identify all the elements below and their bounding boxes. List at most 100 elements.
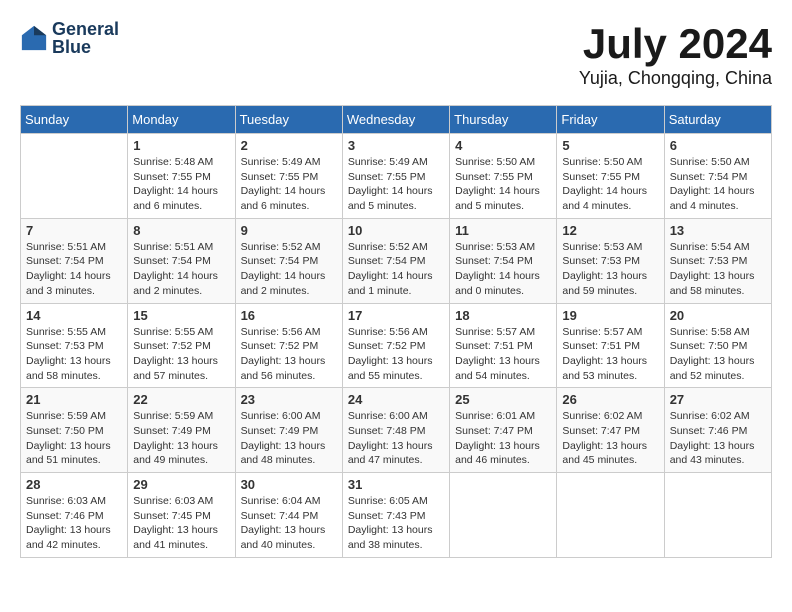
day-info: Sunrise: 5:57 AMSunset: 7:51 PMDaylight:… <box>455 325 551 384</box>
day-number: 13 <box>670 223 766 238</box>
header-row: SundayMondayTuesdayWednesdayThursdayFrid… <box>21 106 772 134</box>
calendar-cell: 19 Sunrise: 5:57 AMSunset: 7:51 PMDayligh… <box>557 303 664 388</box>
calendar-cell: 2Sunrise: 5:49 AMSunset: 7:55 PMDaylight… <box>235 134 342 219</box>
calendar-cell: 20Sunrise: 5:58 AMSunset: 7:50 PMDayligh… <box>664 303 771 388</box>
day-number: 3 <box>348 138 444 153</box>
calendar-cell: 4Sunrise: 5:50 AMSunset: 7:55 PMDaylight… <box>450 134 557 219</box>
logo: General Blue <box>20 20 119 56</box>
day-number: 17 <box>348 308 444 323</box>
calendar-subtitle: Yujia, Chongqing, China <box>579 68 772 89</box>
calendar-cell: 22 Sunrise: 5:59 AMSunset: 7:49 PMDayligh… <box>128 388 235 473</box>
calendar-cell: 28Sunrise: 6:03 AMSunset: 7:46 PMDayligh… <box>21 473 128 558</box>
day-info: Sunrise: 6:02 AMSunset: 7:46 PMDaylight:… <box>670 409 766 468</box>
day-number: 8 <box>133 223 229 238</box>
calendar-cell <box>557 473 664 558</box>
page-header: General Blue July 2024 Yujia, Chongqing,… <box>20 20 772 89</box>
day-number: 30 <box>241 477 337 492</box>
day-info: Sunrise: 5:53 AMSunset: 7:53 PMDaylight:… <box>562 240 658 299</box>
day-info: Sunrise: 5:51 AMSunset: 7:54 PMDaylight:… <box>26 240 122 299</box>
day-number: 24 <box>348 392 444 407</box>
calendar-cell: 6 Sunrise: 5:50 AMSunset: 7:54 PMDaylight… <box>664 134 771 219</box>
calendar-cell: 29 Sunrise: 6:03 AMSunset: 7:45 PMDayligh… <box>128 473 235 558</box>
column-header-friday: Friday <box>557 106 664 134</box>
day-number: 16 <box>241 308 337 323</box>
week-row-2: 7Sunrise: 5:51 AMSunset: 7:54 PMDaylight… <box>21 218 772 303</box>
day-number: 19 <box>562 308 658 323</box>
day-info: Sunrise: 5:49 AMSunset: 7:55 PMDaylight:… <box>241 155 337 214</box>
day-info: Sunrise: 5:50 AMSunset: 7:54 PMDaylight:… <box>670 155 766 214</box>
day-info: Sunrise: 5:59 AMSunset: 7:49 PMDaylight:… <box>133 409 229 468</box>
day-info: Sunrise: 6:03 AMSunset: 7:46 PMDaylight:… <box>26 494 122 553</box>
day-info: Sunrise: 5:59 AMSunset: 7:50 PMDaylight:… <box>26 409 122 468</box>
week-row-3: 14 Sunrise: 5:55 AMSunset: 7:53 PMDayligh… <box>21 303 772 388</box>
title-block: July 2024 Yujia, Chongqing, China <box>579 20 772 89</box>
day-number: 31 <box>348 477 444 492</box>
day-info: Sunrise: 5:49 AMSunset: 7:55 PMDaylight:… <box>348 155 444 214</box>
calendar-cell: 11 Sunrise: 5:53 AMSunset: 7:54 PMDayligh… <box>450 218 557 303</box>
day-info: Sunrise: 5:55 AMSunset: 7:52 PMDaylight:… <box>133 325 229 384</box>
calendar-cell: 9Sunrise: 5:52 AMSunset: 7:54 PMDaylight… <box>235 218 342 303</box>
column-header-saturday: Saturday <box>664 106 771 134</box>
week-row-5: 28Sunrise: 6:03 AMSunset: 7:46 PMDayligh… <box>21 473 772 558</box>
day-number: 29 <box>133 477 229 492</box>
day-number: 21 <box>26 392 122 407</box>
column-header-tuesday: Tuesday <box>235 106 342 134</box>
day-info: Sunrise: 6:04 AMSunset: 7:44 PMDaylight:… <box>241 494 337 553</box>
day-info: Sunrise: 5:52 AMSunset: 7:54 PMDaylight:… <box>348 240 444 299</box>
day-number: 4 <box>455 138 551 153</box>
day-info: Sunrise: 5:58 AMSunset: 7:50 PMDaylight:… <box>670 325 766 384</box>
day-info: Sunrise: 6:02 AMSunset: 7:47 PMDaylight:… <box>562 409 658 468</box>
column-header-thursday: Thursday <box>450 106 557 134</box>
calendar-cell: 24 Sunrise: 6:00 AMSunset: 7:48 PMDayligh… <box>342 388 449 473</box>
day-info: Sunrise: 5:56 AMSunset: 7:52 PMDaylight:… <box>241 325 337 384</box>
calendar-cell: 16 Sunrise: 5:56 AMSunset: 7:52 PMDayligh… <box>235 303 342 388</box>
calendar-cell: 14 Sunrise: 5:55 AMSunset: 7:53 PMDayligh… <box>21 303 128 388</box>
day-number: 14 <box>26 308 122 323</box>
calendar-cell: 18 Sunrise: 5:57 AMSunset: 7:51 PMDayligh… <box>450 303 557 388</box>
calendar-cell: 12 Sunrise: 5:53 AMSunset: 7:53 PMDayligh… <box>557 218 664 303</box>
day-info: Sunrise: 5:56 AMSunset: 7:52 PMDaylight:… <box>348 325 444 384</box>
column-header-sunday: Sunday <box>21 106 128 134</box>
day-number: 23 <box>241 392 337 407</box>
calendar-cell: 31 Sunrise: 6:05 AMSunset: 7:43 PMDayligh… <box>342 473 449 558</box>
calendar-cell <box>21 134 128 219</box>
day-number: 27 <box>670 392 766 407</box>
day-info: Sunrise: 6:00 AMSunset: 7:49 PMDaylight:… <box>241 409 337 468</box>
day-number: 11 <box>455 223 551 238</box>
logo-text: General Blue <box>52 20 119 56</box>
day-number: 10 <box>348 223 444 238</box>
calendar-cell: 17 Sunrise: 5:56 AMSunset: 7:52 PMDayligh… <box>342 303 449 388</box>
day-number: 18 <box>455 308 551 323</box>
day-info: Sunrise: 6:03 AMSunset: 7:45 PMDaylight:… <box>133 494 229 553</box>
day-info: Sunrise: 6:05 AMSunset: 7:43 PMDaylight:… <box>348 494 444 553</box>
day-number: 6 <box>670 138 766 153</box>
calendar-cell <box>450 473 557 558</box>
day-number: 22 <box>133 392 229 407</box>
calendar-cell: 13 Sunrise: 5:54 AMSunset: 7:53 PMDayligh… <box>664 218 771 303</box>
calendar-table: SundayMondayTuesdayWednesdayThursdayFrid… <box>20 105 772 558</box>
day-info: Sunrise: 5:53 AMSunset: 7:54 PMDaylight:… <box>455 240 551 299</box>
calendar-cell: 30 Sunrise: 6:04 AMSunset: 7:44 PMDayligh… <box>235 473 342 558</box>
calendar-cell: 27 Sunrise: 6:02 AMSunset: 7:46 PMDayligh… <box>664 388 771 473</box>
column-header-wednesday: Wednesday <box>342 106 449 134</box>
day-number: 26 <box>562 392 658 407</box>
calendar-title: July 2024 <box>579 20 772 68</box>
calendar-cell: 8 Sunrise: 5:51 AMSunset: 7:54 PMDaylight… <box>128 218 235 303</box>
calendar-cell: 21 Sunrise: 5:59 AMSunset: 7:50 PMDayligh… <box>21 388 128 473</box>
day-info: Sunrise: 5:54 AMSunset: 7:53 PMDaylight:… <box>670 240 766 299</box>
calendar-cell: 26 Sunrise: 6:02 AMSunset: 7:47 PMDayligh… <box>557 388 664 473</box>
day-info: Sunrise: 5:51 AMSunset: 7:54 PMDaylight:… <box>133 240 229 299</box>
calendar-cell: 15Sunrise: 5:55 AMSunset: 7:52 PMDayligh… <box>128 303 235 388</box>
day-number: 12 <box>562 223 658 238</box>
logo-icon <box>20 24 48 52</box>
calendar-cell <box>664 473 771 558</box>
calendar-cell: 23 Sunrise: 6:00 AMSunset: 7:49 PMDayligh… <box>235 388 342 473</box>
calendar-cell: 3 Sunrise: 5:49 AMSunset: 7:55 PMDaylight… <box>342 134 449 219</box>
day-info: Sunrise: 6:00 AMSunset: 7:48 PMDaylight:… <box>348 409 444 468</box>
day-info: Sunrise: 6:01 AMSunset: 7:47 PMDaylight:… <box>455 409 551 468</box>
day-info: Sunrise: 5:57 AMSunset: 7:51 PMDaylight:… <box>562 325 658 384</box>
day-number: 5 <box>562 138 658 153</box>
calendar-cell: 7Sunrise: 5:51 AMSunset: 7:54 PMDaylight… <box>21 218 128 303</box>
day-number: 25 <box>455 392 551 407</box>
day-info: Sunrise: 5:55 AMSunset: 7:53 PMDaylight:… <box>26 325 122 384</box>
